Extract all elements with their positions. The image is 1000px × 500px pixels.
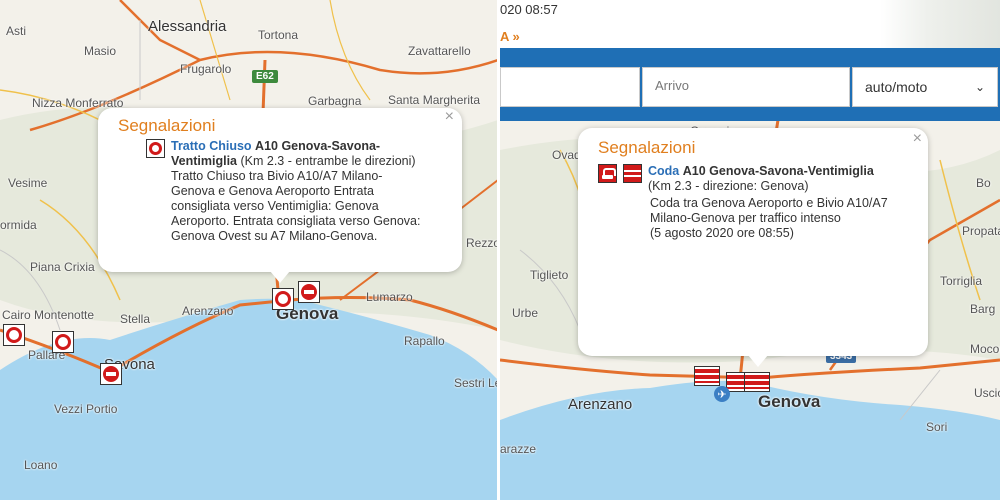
map-panel-right[interactable]: Ovad Garrocio Tiglieto Urbe Arenzano Gen…: [500, 0, 1000, 500]
place-vesime: Vesime: [8, 176, 48, 190]
alert-content: Tratto Chiuso A10 Genova-Savona-Ventimig…: [171, 139, 426, 244]
queue-marker[interactable]: [744, 372, 770, 392]
place-rezzoa: Rezzoa: [466, 236, 498, 250]
popup-title: Segnalazioni: [598, 138, 696, 157]
closure-marker[interactable]: [272, 288, 294, 310]
place-varazze: arazze: [500, 442, 537, 456]
alert-popup: × Segnalazioni Coda A10 Genova-Savona-Ve…: [578, 128, 928, 356]
search-bar-bottom: [500, 107, 1000, 121]
airport-icon[interactable]: ✈: [714, 386, 730, 402]
place-sestri: Sestri Le: [454, 376, 498, 390]
place-arenzano: Arenzano: [568, 396, 633, 413]
alert-type-link[interactable]: Coda: [648, 164, 679, 178]
place-urbe: Urbe: [512, 306, 539, 320]
place-ormida: ormida: [0, 218, 37, 232]
more-link[interactable]: A »: [500, 29, 520, 44]
place-uscio: Uscio: [974, 386, 1000, 400]
place-vezzi: Vezzi Portio: [54, 402, 118, 416]
road-badge-e62: E62: [252, 70, 278, 83]
alert-road: A10 Genova-Savona-Ventimiglia: [682, 164, 874, 178]
place-torriglia: Torriglia: [940, 274, 983, 288]
place-tortona: Tortona: [258, 28, 299, 42]
closure-icon: [275, 291, 291, 307]
car-icon: [598, 164, 617, 183]
alert-content: Coda A10 Genova-Savona-Ventimiglia (Km 2…: [648, 164, 874, 194]
closure-icon: [55, 334, 71, 350]
map-panel-left[interactable]: Asti Alessandria Tortona Masio Frugarolo…: [0, 0, 498, 500]
no-entry-icon: [103, 366, 119, 382]
alert-km: (Km 2.3 - entrambe le direzioni): [240, 154, 416, 168]
alert-details: Coda tra Genova Aeroporto e Bivio A10/A7…: [650, 196, 920, 241]
place-piana-crixia: Piana Crixia: [30, 260, 95, 274]
queue-icon: [623, 164, 642, 183]
vehicle-select-value: auto/moto: [865, 79, 928, 95]
alert-km: (Km 2.3 - direzione: Genova): [648, 179, 809, 193]
place-bo: Bo: [976, 176, 991, 190]
close-icon[interactable]: ×: [913, 130, 922, 148]
place-propata: Propata: [962, 224, 1000, 238]
place-loano: Loano: [24, 458, 58, 472]
departure-field[interactable]: [500, 67, 640, 107]
place-alessandria: Alessandria: [148, 18, 227, 35]
close-icon[interactable]: ×: [445, 108, 454, 126]
page-header: 020 08:57 A »: [500, 0, 1000, 48]
alert-type-link[interactable]: Tratto Chiuso: [171, 139, 252, 153]
chevron-down-icon: ⌄: [974, 80, 985, 94]
closure-icon: [6, 327, 22, 343]
place-ovad: Ovad: [552, 148, 581, 162]
place-cairo: Cairo Montenotte: [2, 308, 95, 322]
arrival-field[interactable]: Arrivo: [642, 67, 850, 107]
popup-tail: [748, 355, 768, 367]
alert-popup: × Segnalazioni Tratto Chiuso A10 Genova-…: [98, 108, 462, 272]
place-santa-margherita: Santa Margherita: [388, 93, 481, 107]
place-stella: Stella: [120, 312, 151, 326]
vehicle-select[interactable]: auto/moto ⌄: [852, 67, 998, 107]
popup-tail: [270, 271, 290, 283]
place-frugarolo: Frugarolo: [180, 62, 232, 76]
header-photo: [880, 0, 1000, 48]
closure-marker[interactable]: [3, 324, 25, 346]
queue-marker[interactable]: [694, 366, 720, 386]
place-garbagna: Garbagna: [308, 94, 362, 108]
alert-description: Coda tra Genova Aeroporto e Bivio A10/A7…: [650, 196, 888, 225]
place-zavattarello: Zavattarello: [408, 44, 471, 58]
no-entry-marker[interactable]: [298, 281, 320, 303]
closure-icon: [146, 139, 165, 158]
place-asti: Asti: [6, 24, 27, 38]
queue-icon: [745, 375, 769, 389]
place-masio: Masio: [84, 44, 117, 58]
no-entry-icon: [301, 284, 317, 300]
closure-marker[interactable]: [52, 331, 74, 353]
place-moconesi: Mocor: [970, 342, 1000, 356]
place-bargagli: Barg: [970, 302, 996, 316]
place-tiglieto: Tiglieto: [530, 268, 569, 282]
queue-icon: [695, 369, 719, 383]
place-arenzano: Arenzano: [182, 304, 234, 318]
alert-timestamp: (5 agosto 2020 ore 08:55): [650, 226, 794, 240]
place-genova: Genova: [758, 392, 821, 411]
place-rapallo: Rapallo: [404, 334, 445, 348]
popup-title: Segnalazioni: [118, 116, 216, 135]
update-date: 020 08:57: [500, 2, 558, 17]
alert-description: Tratto Chiuso tra Bivio A10/A7 Milano-Ge…: [171, 169, 421, 243]
place-sori: Sori: [926, 420, 948, 434]
place-lumarzo: Lumarzo: [366, 290, 413, 304]
no-entry-marker[interactable]: [100, 363, 122, 385]
